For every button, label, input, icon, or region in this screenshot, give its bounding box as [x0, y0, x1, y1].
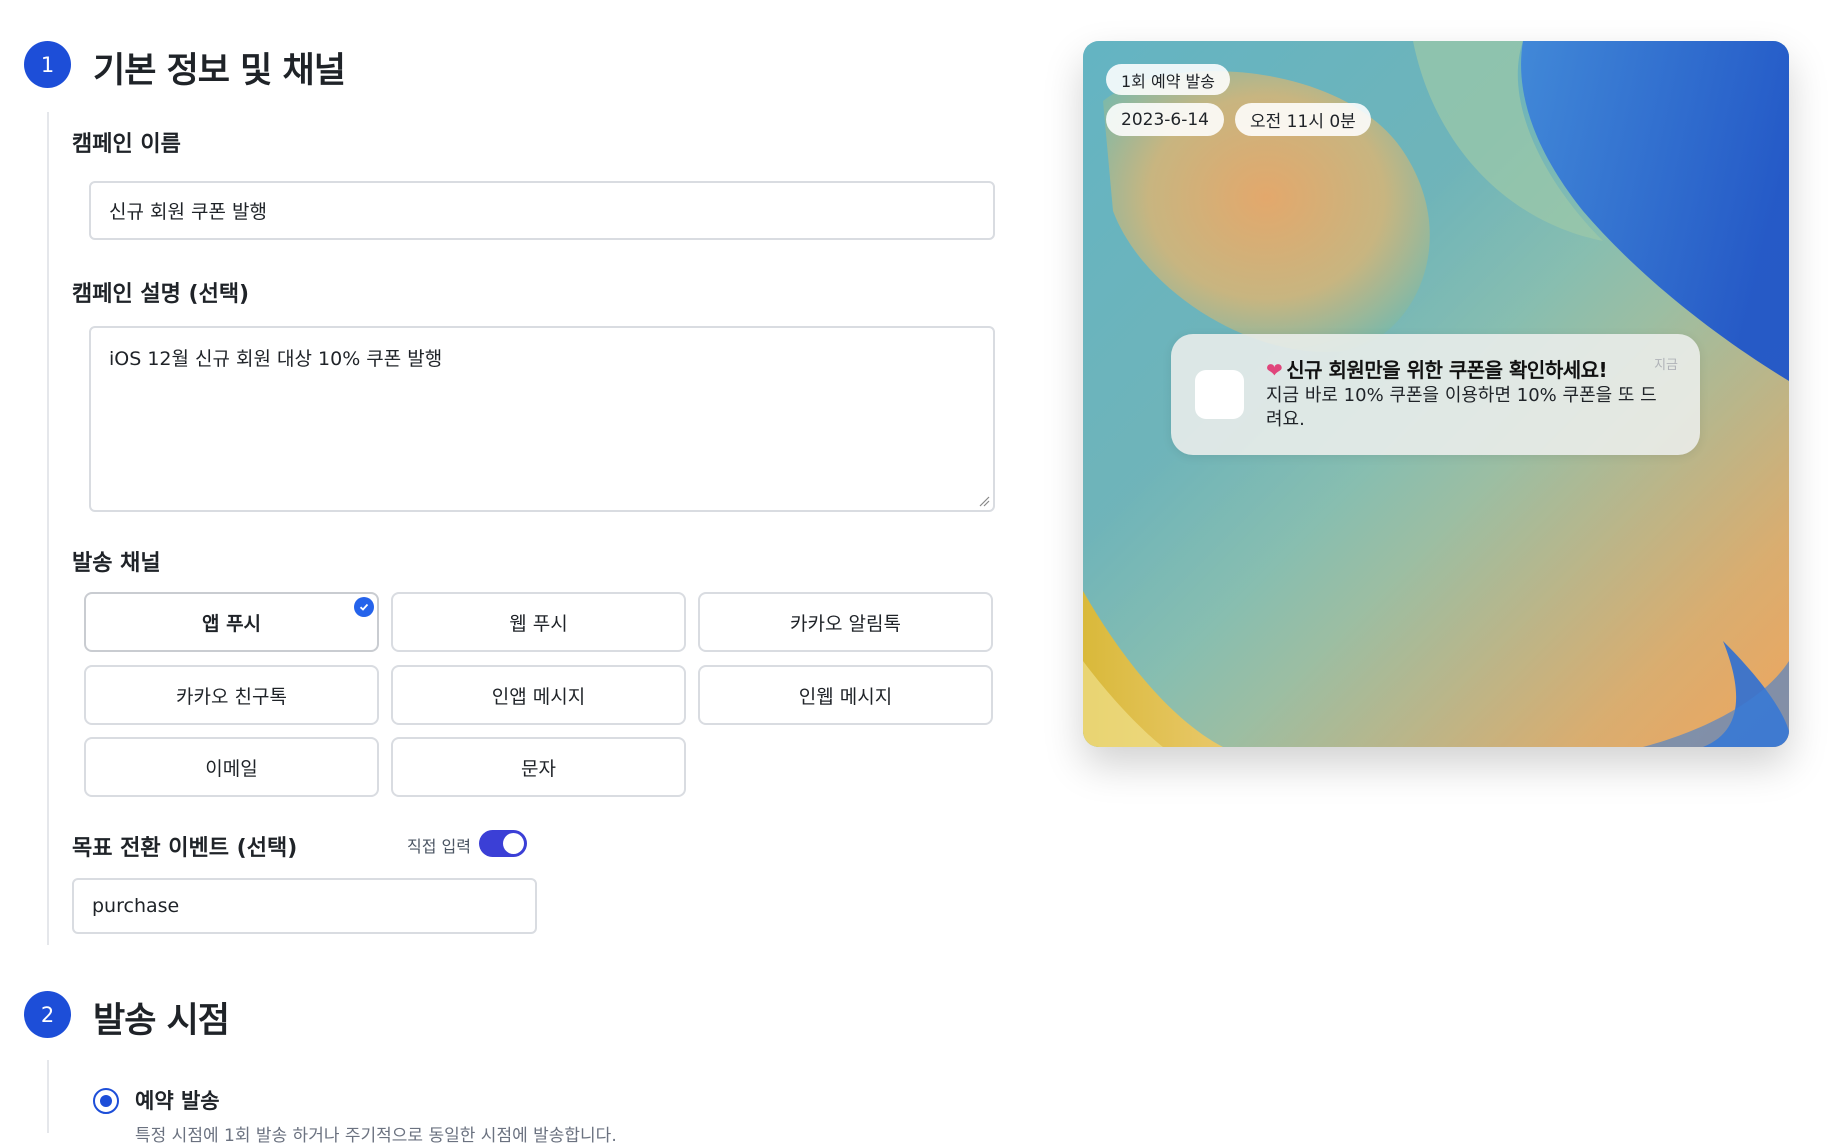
channel-in-web-message[interactable]: 인웹 메시지	[698, 665, 993, 725]
channel-app-push-label: 앱 푸시	[201, 612, 262, 635]
section-2-divider	[47, 1060, 49, 1133]
step-1-badge: 1	[24, 41, 71, 88]
channel-kakao-alimtalk[interactable]: 카카오 알림톡	[698, 592, 993, 652]
channel-email-label: 이메일	[205, 757, 258, 780]
channel-kakao-alimtalk-label: 카카오 알림톡	[790, 612, 901, 635]
direct-input-label: 직접 입력	[407, 837, 471, 856]
channel-in-web-message-label: 인웹 메시지	[798, 685, 893, 708]
push-preview: 1회 예약 발송 2023-6-14 오전 11시 0분 ❤ 신규 회원만을 위한…	[1083, 41, 1789, 747]
notification-time: 지금	[1654, 358, 1678, 373]
notification-title: ❤ 신규 회원만을 위한 쿠폰을 확인하세요!	[1266, 358, 1608, 382]
step-2-badge: 2	[24, 991, 71, 1038]
reserve-send-desc: 특정 시점에 1회 발송 하거나 주기적으로 동일한 시점에 발송합니다.	[135, 1126, 617, 1146]
radio-dot	[100, 1095, 112, 1107]
channel-in-app-message[interactable]: 인앱 메시지	[391, 665, 686, 725]
app-icon	[1195, 370, 1244, 419]
campaign-name-input[interactable]: 신규 회원 쿠폰 발행	[89, 181, 995, 240]
section-2-title: 발송 시점	[93, 1001, 230, 1041]
heart-icon: ❤	[1266, 358, 1283, 382]
direct-input-toggle[interactable]	[479, 830, 527, 857]
schedule-type-pill: 1회 예약 발송	[1106, 64, 1230, 95]
channel-web-push[interactable]: 웹 푸시	[391, 592, 686, 652]
goal-event-value: purchase	[92, 895, 180, 917]
channel-sms-label: 문자	[521, 757, 556, 780]
channel-in-app-message-label: 인앱 메시지	[491, 685, 586, 708]
campaign-desc-label: 캠페인 설명 (선택)	[72, 282, 250, 307]
channel-label: 발송 채널	[72, 551, 161, 576]
channel-kakao-friendtalk-label: 카카오 친구톡	[176, 685, 287, 708]
section-1-title: 기본 정보 및 채널	[93, 51, 346, 91]
campaign-name-label: 캠페인 이름	[72, 132, 181, 157]
channel-kakao-friendtalk[interactable]: 카카오 친구톡	[84, 665, 379, 725]
channel-email[interactable]: 이메일	[84, 737, 379, 797]
campaign-desc-textarea[interactable]: iOS 12월 신규 회원 대상 10% 쿠폰 발행	[89, 326, 995, 512]
check-icon	[354, 597, 374, 617]
reserve-send-radio[interactable]	[93, 1088, 119, 1114]
toggle-knob	[503, 833, 524, 854]
notification-body: 지금 바로 10% 쿠폰을 이용하면 10% 쿠폰을 또 드려요.	[1266, 385, 1657, 430]
campaign-desc-value: iOS 12월 신규 회원 대상 10% 쿠폰 발행	[109, 348, 443, 370]
time-pill: 오전 11시 0분	[1235, 103, 1371, 136]
channel-sms[interactable]: 문자	[391, 737, 686, 797]
campaign-name-value: 신규 회원 쿠폰 발행	[109, 201, 267, 223]
channel-app-push[interactable]: 앱 푸시	[84, 592, 379, 652]
goal-event-label: 목표 전환 이벤트 (선택)	[72, 836, 298, 861]
section-1-divider	[47, 112, 49, 945]
channel-web-push-label: 웹 푸시	[509, 612, 568, 635]
resize-grip-icon[interactable]	[978, 495, 990, 507]
goal-event-input[interactable]: purchase	[72, 878, 537, 934]
date-pill: 2023-6-14	[1106, 103, 1224, 136]
reserve-send-label: 예약 발송	[135, 1089, 220, 1113]
notification-card: ❤ 신규 회원만을 위한 쿠폰을 확인하세요! 지금 지금 바로 10% 쿠폰을 …	[1171, 334, 1700, 455]
